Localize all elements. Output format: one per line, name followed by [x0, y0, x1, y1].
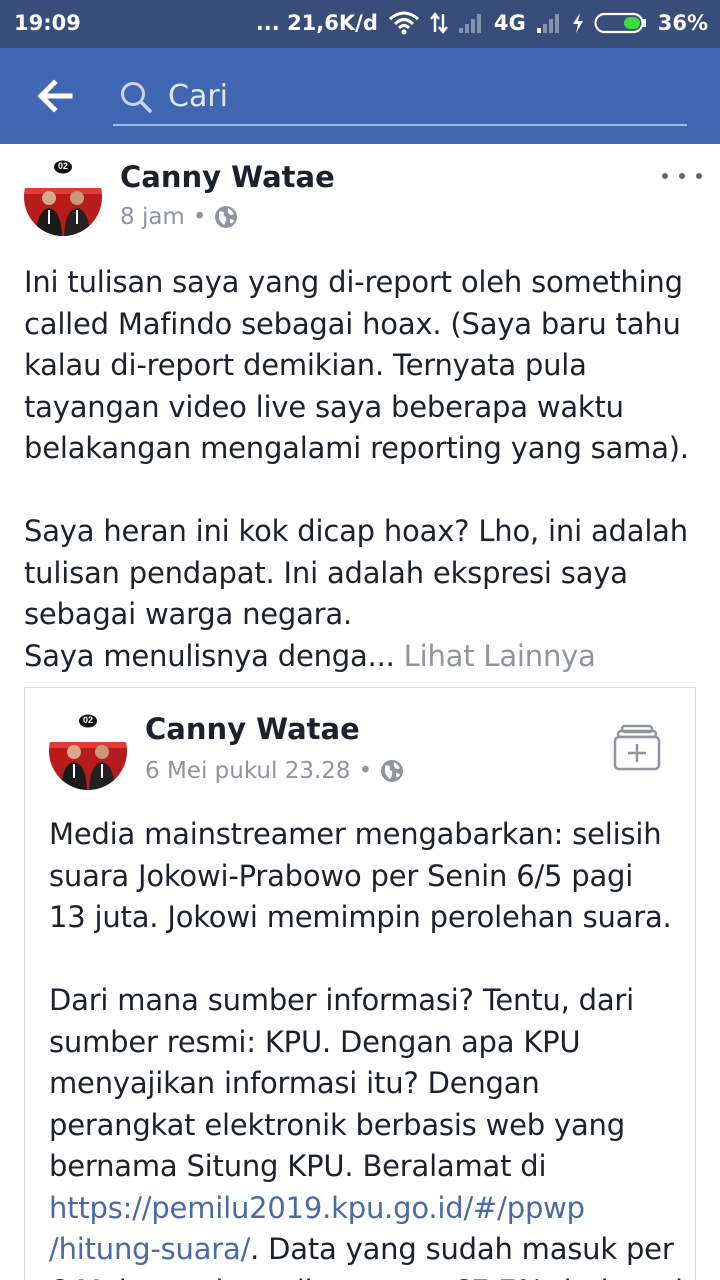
- post-line: sebagai warga negara.: [24, 597, 352, 631]
- post-line: kalau di-report demikian. Ternyata pula: [24, 348, 587, 382]
- shared-post[interactable]: 02 Canny Watae 6 Mei pukul 23.28 • Media…: [24, 687, 696, 1280]
- kpu-link[interactable]: https://pemilu2019.kpu.go.id/#/ppwp: [49, 1191, 585, 1225]
- post-line-cut: 6 Mei yang juga dimuat per 67,7% dari to…: [49, 1271, 683, 1280]
- post-line: perangkat elektronik berbasis web yang: [49, 1107, 625, 1142]
- post-line: menyajikan informasi itu? Dengan: [49, 1066, 540, 1100]
- post-line: tayangan video live saya beberapa waktu: [24, 389, 624, 424]
- post-line-after-link: . Data yang sudah masuk per: [250, 1232, 674, 1266]
- shared-post-author[interactable]: Canny Watae: [145, 712, 360, 746]
- status-bar: 19:09 ... 21,6K/d 4G 36%: [0, 0, 720, 48]
- post-card: 02 Canny Watae 8 jam • Ini tulisan saya …: [0, 144, 720, 1280]
- more-dot-icon: [696, 173, 702, 179]
- more-options-button[interactable]: [662, 166, 702, 186]
- shared-avatar[interactable]: 02: [49, 712, 127, 790]
- network-speed: ... 21,6K/d: [255, 11, 378, 35]
- globe-icon: [381, 760, 404, 782]
- shared-post-time[interactable]: 6 Mei pukul 23.28: [145, 758, 351, 784]
- post-author[interactable]: Canny Watae: [120, 160, 335, 194]
- search-icon: [121, 82, 152, 113]
- more-dot-icon: [679, 173, 685, 179]
- search-placeholder: Cari: [168, 79, 228, 114]
- network-type: 4G: [493, 11, 526, 35]
- avatar-badge: 02: [57, 161, 68, 171]
- post-line: tulisan pendapat. Ini adalah ekspresi sa…: [24, 555, 628, 590]
- search-input[interactable]: Cari: [113, 70, 687, 126]
- meta-separator: •: [358, 758, 373, 784]
- post-line: suara Jokowi-Prabowo per Senin 6/5 pagi: [49, 858, 634, 893]
- top-bar: Cari: [0, 48, 720, 144]
- post-line-last: Saya menulisnya denga... Lihat Lainnya: [24, 636, 689, 678]
- status-icons: ... 21,6K/d 4G 36%: [256, 11, 708, 35]
- shared-post-meta: 6 Mei pukul 23.28 •: [145, 758, 404, 784]
- back-button[interactable]: [34, 76, 78, 116]
- post-line: belakangan mengalami reporting yang sama…: [24, 431, 689, 465]
- post-line: Dari mana sumber informasi? Tentu, dari: [49, 983, 634, 1017]
- post-text: Ini tulisan saya yang di-report oleh som…: [24, 262, 689, 677]
- post-line: https://pemilu2019.kpu.go.id/#/ppwp: [49, 1188, 683, 1230]
- post-line: Media mainstreamer mengabarkan: selisih: [49, 817, 662, 851]
- signal-icon-sim2: [536, 13, 562, 33]
- post-line: called Mafindo sebagai hoax. (Saya baru …: [24, 306, 681, 341]
- kpu-link-continued[interactable]: /hitung-suara/: [49, 1232, 250, 1266]
- globe-icon: [215, 206, 238, 228]
- truncated-text: Saya menulisnya denga...: [24, 638, 395, 673]
- status-time: 19:09: [14, 11, 81, 35]
- post-line: Saya heran ini kok dicap hoax? Lho, ini …: [24, 514, 688, 548]
- post-time[interactable]: 8 jam: [120, 204, 185, 230]
- save-collection-icon[interactable]: [613, 724, 661, 772]
- avatar-badge: 02: [82, 715, 93, 725]
- signal-icon-sim1: [458, 13, 484, 33]
- post-line: Ini tulisan saya yang di-report oleh som…: [24, 265, 683, 299]
- arrow-left-icon: [37, 79, 73, 113]
- battery-percent: 36%: [657, 11, 708, 35]
- post-line: bernama Situng KPU. Beralamat di: [49, 1149, 547, 1183]
- post-line: sumber resmi: KPU. Dengan apa KPU: [49, 1024, 581, 1059]
- post-line: [49, 939, 683, 981]
- meta-separator: •: [192, 204, 207, 230]
- charging-icon: [572, 12, 584, 34]
- battery-icon: [594, 12, 648, 34]
- post-line: [24, 470, 689, 512]
- see-more-link[interactable]: Lihat Lainnya: [404, 639, 596, 673]
- post-line: 13 juta. Jokowi memimpin perolehan suara…: [49, 900, 672, 934]
- post-meta: 8 jam •: [120, 204, 238, 230]
- shared-post-text: Media mainstreamer mengabarkan: selisih …: [49, 814, 683, 1280]
- wifi-icon: [388, 11, 420, 35]
- more-dot-icon: [662, 173, 668, 179]
- data-transfer-icon: [429, 12, 448, 34]
- avatar[interactable]: 02: [24, 158, 102, 236]
- post-line: /hitung-suara/. Data yang sudah masuk pe…: [49, 1229, 683, 1271]
